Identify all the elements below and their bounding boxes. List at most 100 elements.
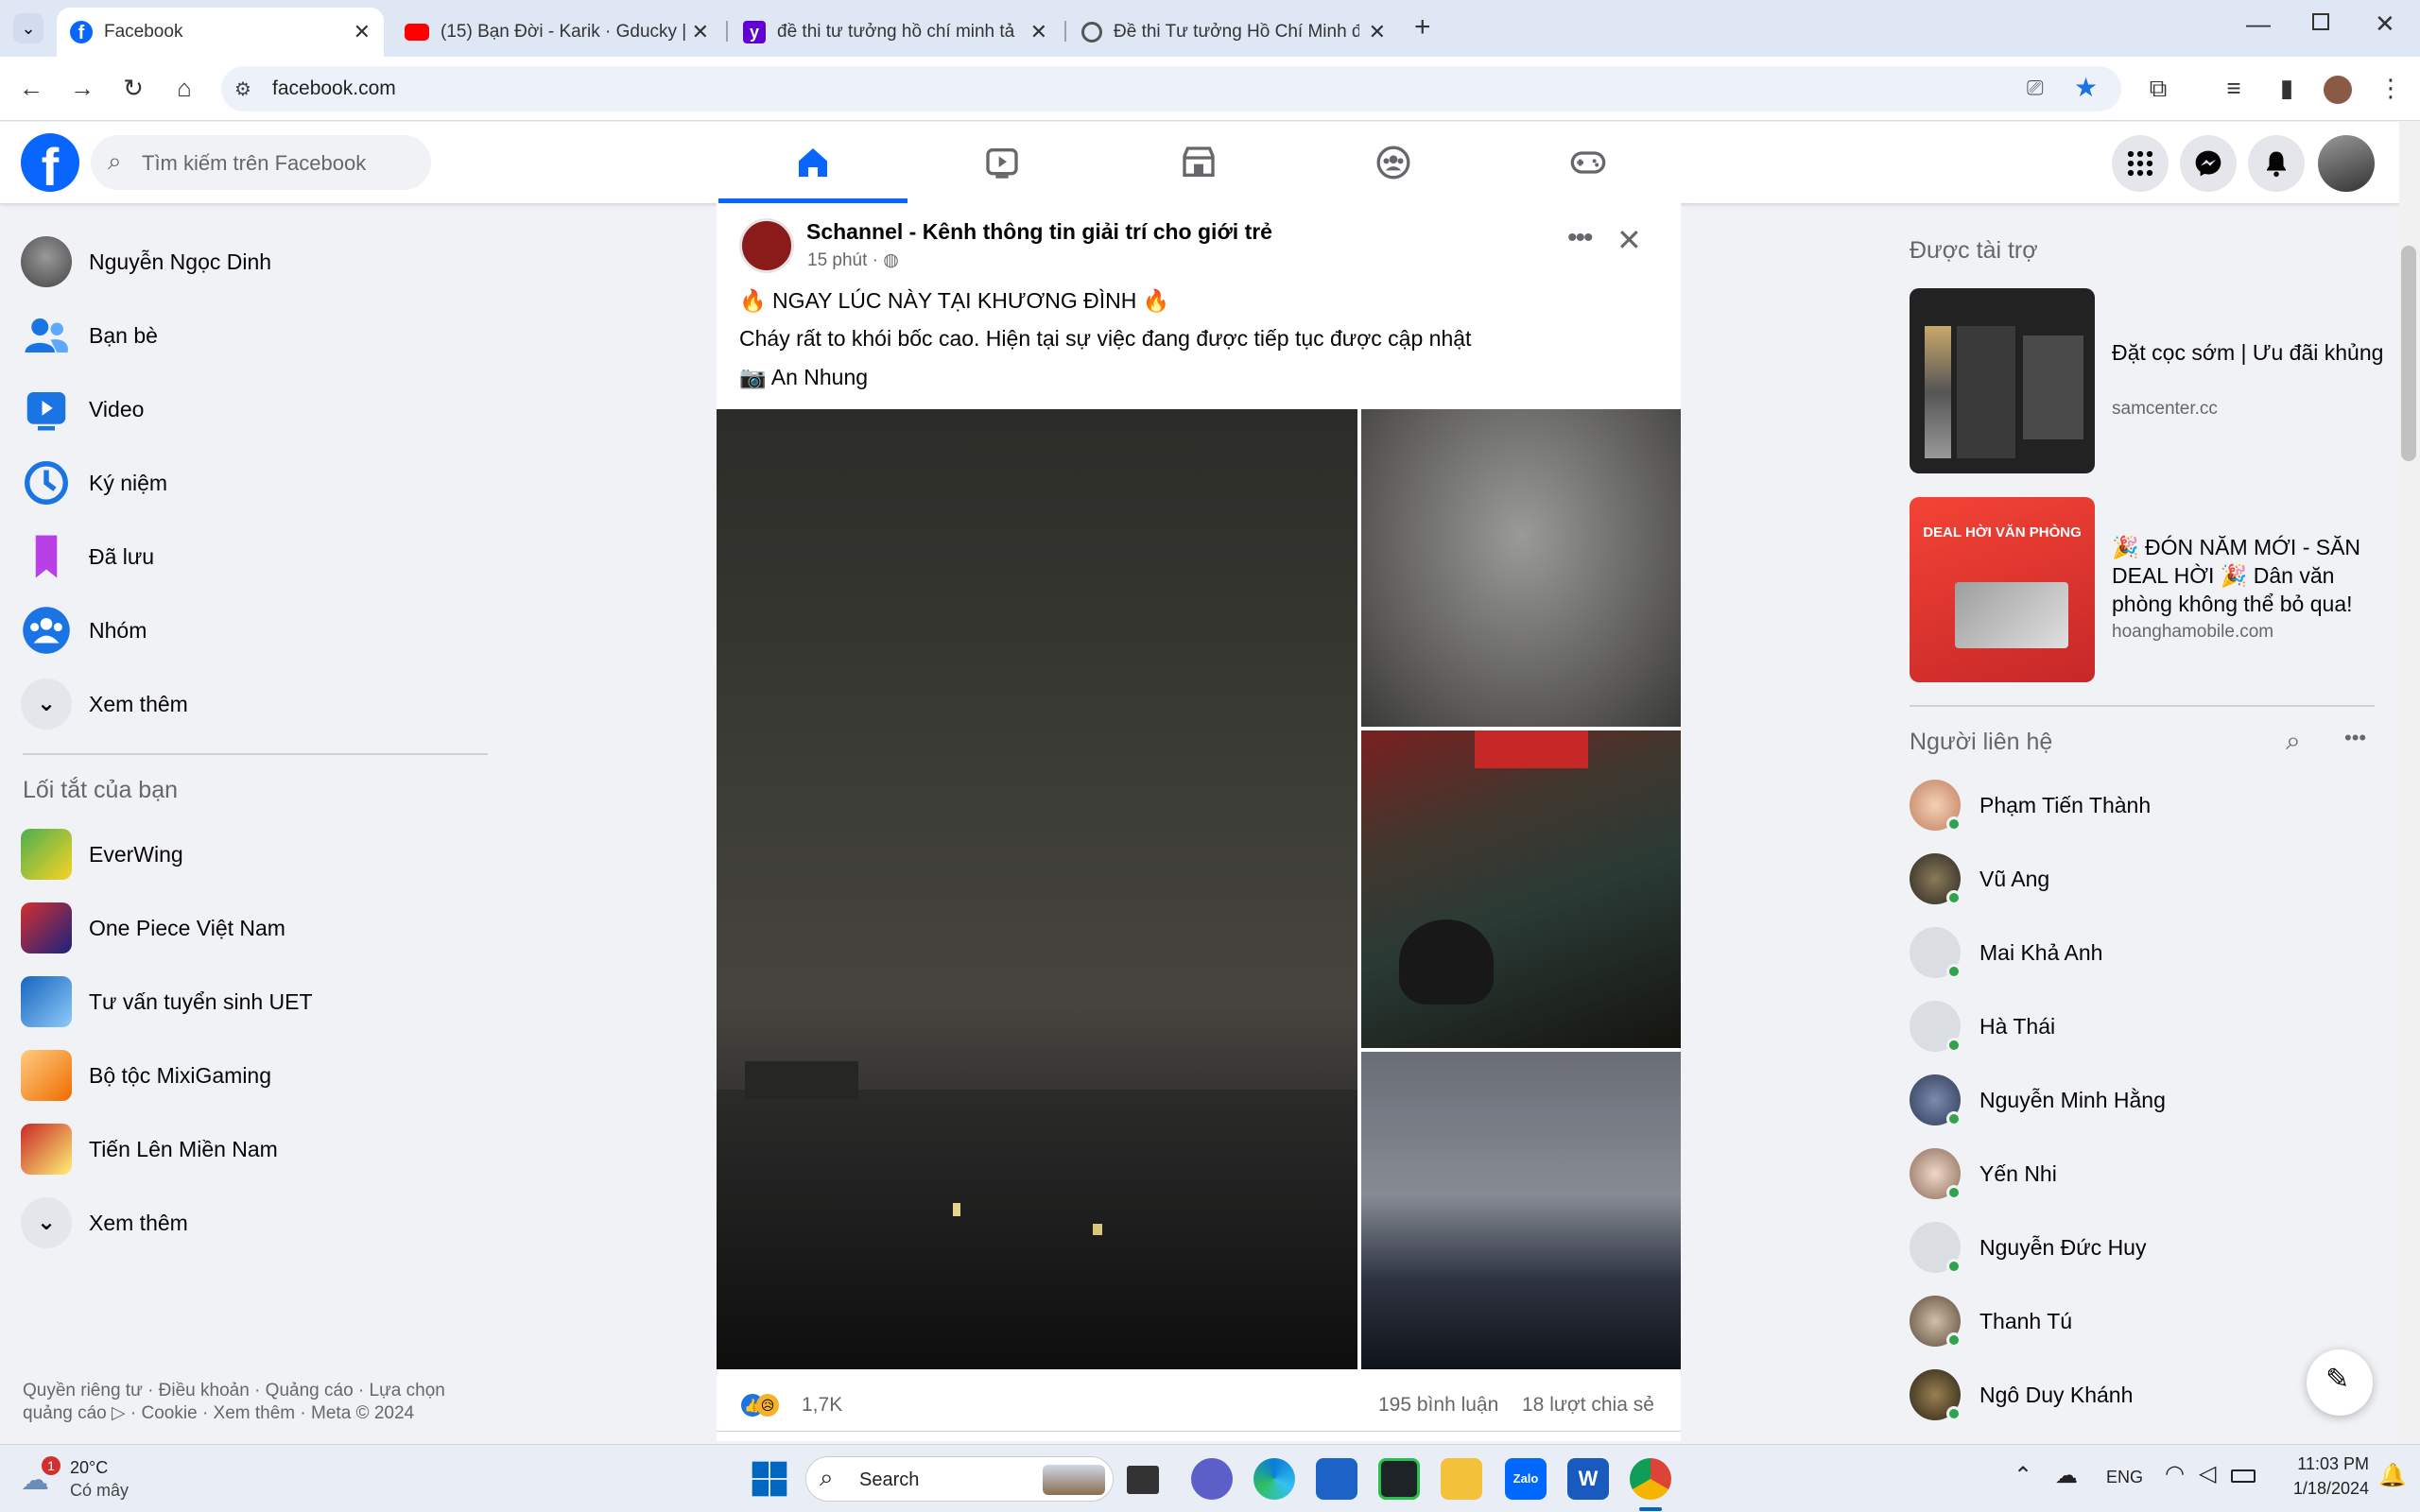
page-name[interactable]: Schannel - Kênh thông tin giải trí cho g…	[806, 219, 1272, 245]
close-icon[interactable]: ✕	[1616, 222, 1642, 258]
messenger-button[interactable]	[2180, 135, 2237, 192]
back-icon[interactable]: ←	[15, 74, 47, 103]
clock-date[interactable]: 1/18/2024	[2276, 1479, 2369, 1499]
post-photo-main[interactable]	[717, 409, 1357, 1369]
clock-time[interactable]: 11:03 PM	[2286, 1454, 2369, 1474]
post-photo-sky[interactable]	[1361, 1052, 1681, 1369]
reload-icon[interactable]: ↻	[117, 74, 149, 103]
contacts-search-icon[interactable]: ⌕	[2286, 726, 2301, 757]
volume-icon[interactable]: ◁	[2199, 1460, 2216, 1487]
restore-button[interactable]	[2312, 13, 2329, 30]
contacts-options-icon[interactable]: •••	[2344, 726, 2366, 750]
onedrive-icon[interactable]: ☁	[2055, 1462, 2078, 1489]
minimize-button[interactable]: —	[2246, 9, 2271, 39]
notifications-icon[interactable]: 🔔	[2378, 1462, 2407, 1489]
sidebar-item-saved[interactable]: Đã lưu	[21, 528, 154, 585]
shortcut-tien-len[interactable]: Tiến Lên Miền Nam	[21, 1121, 278, 1177]
url-text[interactable]: facebook.com	[272, 77, 396, 100]
new-message-button[interactable]: ✎	[2307, 1349, 2373, 1416]
zalo-icon[interactable]: Zalo	[1505, 1458, 1547, 1500]
contact-item[interactable]: Hà Thái	[1910, 998, 2055, 1055]
shortcut-one-piece[interactable]: One Piece Việt Nam	[21, 900, 285, 956]
new-tab-button[interactable]: +	[1414, 11, 1431, 43]
nav-groups-tab[interactable]	[1299, 122, 1488, 203]
reaction-count[interactable]: 1,7K	[802, 1394, 842, 1417]
weather-widget[interactable]: ☁ 1 20°C Có mây	[21, 1456, 172, 1503]
battery-icon[interactable]	[2231, 1469, 2256, 1483]
tab-globe[interactable]: Đề thi Tư tưởng Hồ Chí Minh đ ✕	[1068, 8, 1399, 57]
nav-marketplace-tab[interactable]	[1104, 122, 1293, 203]
nav-gaming-tab[interactable]	[1494, 122, 1683, 203]
contact-item[interactable]: Ngô Duy Khánh	[1910, 1366, 2133, 1423]
shortcut-mixigaming[interactable]: Bộ tộc MixiGaming	[21, 1047, 271, 1104]
ad-title[interactable]: 🎉 ĐÓN NĂM MỚI - SĂN DEAL HỜI 🎉 Dân văn p…	[2112, 533, 2386, 618]
account-avatar[interactable]	[2318, 135, 2375, 192]
ad-image-samsung[interactable]	[1910, 288, 2095, 473]
contact-item[interactable]: Vũ Ang	[1910, 850, 2049, 907]
search-input[interactable]: ⌕ Tìm kiếm trên Facebook	[91, 135, 431, 190]
sidebar-item-video[interactable]: Video	[21, 381, 144, 438]
profile-avatar[interactable]	[2324, 76, 2352, 104]
bookmark-star-icon[interactable]: ★	[2074, 72, 2098, 103]
post-time[interactable]: 15 phút · ◍	[807, 249, 899, 271]
chat-icon[interactable]	[1191, 1458, 1233, 1500]
edge-icon[interactable]	[1253, 1458, 1295, 1500]
side-panel-icon[interactable]: ▮	[2271, 74, 2303, 103]
close-tab-icon[interactable]: ✕	[692, 20, 709, 44]
close-tab-icon[interactable]: ✕	[354, 20, 371, 44]
more-menu-icon[interactable]: ⋮	[2375, 74, 2407, 103]
language-indicator[interactable]: ENG	[2106, 1468, 2143, 1487]
tab-facebook[interactable]: f Facebook ✕	[57, 8, 384, 57]
tab-youtube[interactable]: (15) Bạn Đời - Karik · Gducky | K ✕	[391, 8, 722, 57]
contact-item[interactable]: Nguyễn Đức Huy	[1910, 1219, 2146, 1276]
footer-links[interactable]: Quyền riêng tư · Điều khoản · Quảng cáo …	[23, 1380, 476, 1425]
media-control-icon[interactable]: ≡	[2218, 74, 2250, 103]
nav-home-tab[interactable]	[718, 122, 908, 203]
contact-item[interactable]: Phạm Tiến Thành	[1910, 777, 2151, 833]
sidebar-item-memories[interactable]: Ký niệm	[21, 455, 167, 511]
shortcut-uet[interactable]: Tư vấn tuyển sinh UET	[21, 973, 313, 1030]
wifi-icon[interactable]: ◠	[2165, 1460, 2185, 1487]
post-photo-street[interactable]	[1361, 730, 1681, 1048]
ad-image-hoangha[interactable]: DEAL HỜI VĂN PHÒNG	[1910, 497, 2095, 682]
see-more-button[interactable]: ⌄ Xem thêm	[21, 676, 188, 732]
post-options-icon[interactable]: •••	[1567, 222, 1593, 254]
scrollbar-thumb[interactable]	[2401, 246, 2416, 461]
omnibox[interactable]: ⚙ facebook.com ⎚ ★	[221, 66, 2121, 112]
menu-button[interactable]	[2112, 135, 2169, 192]
site-info-icon[interactable]: ⚙	[234, 77, 251, 101]
nav-video-tab[interactable]	[908, 122, 1097, 203]
post-photo-smoke[interactable]	[1361, 409, 1681, 727]
task-view-icon[interactable]	[1127, 1466, 1159, 1494]
notifications-button[interactable]	[2248, 135, 2305, 192]
tab-yahoo[interactable]: y đề thi tư tưởng hồ chí minh tả ✕	[730, 8, 1061, 57]
chrome-icon[interactable]	[1630, 1458, 1671, 1500]
sidebar-item-friends[interactable]: Bạn bè	[21, 307, 158, 364]
extensions-icon[interactable]: ⧉	[2142, 74, 2174, 104]
comment-count[interactable]: 195 bình luận	[1378, 1394, 1498, 1417]
close-window-button[interactable]: ✕	[2375, 9, 2395, 39]
home-icon[interactable]: ⌂	[168, 74, 200, 103]
shortcut-everwing[interactable]: EverWing	[21, 826, 183, 883]
facebook-logo[interactable]: f	[21, 133, 79, 192]
contact-item[interactable]: Nguyễn Minh Hằng	[1910, 1072, 2166, 1128]
tab-search-dropdown-icon[interactable]: ⌄	[13, 13, 43, 43]
store-icon[interactable]	[1316, 1458, 1357, 1500]
shortcuts-see-more-button[interactable]: ⌄ Xem thêm	[21, 1194, 188, 1251]
page-avatar[interactable]	[739, 218, 794, 273]
file-explorer-icon[interactable]	[1441, 1458, 1482, 1500]
app-green-icon[interactable]	[1378, 1458, 1420, 1500]
install-app-icon[interactable]: ⎚	[2027, 76, 2044, 100]
close-tab-icon[interactable]: ✕	[1030, 20, 1047, 44]
forward-icon[interactable]: →	[66, 74, 98, 103]
chevron-up-icon[interactable]: ⌃	[2014, 1462, 2032, 1489]
windows-start-icon[interactable]	[749, 1458, 790, 1500]
sidebar-item-groups[interactable]: Nhóm	[21, 602, 147, 659]
contact-item[interactable]: Thanh Tú	[1910, 1293, 2072, 1349]
share-count[interactable]: 18 lượt chia sẻ	[1522, 1394, 1654, 1417]
contact-item[interactable]: Yến Nhi	[1910, 1145, 2057, 1202]
sidebar-item-profile[interactable]: Nguyễn Ngọc Dinh	[21, 233, 271, 290]
word-icon[interactable]: W	[1567, 1458, 1609, 1500]
close-tab-icon[interactable]: ✕	[1369, 20, 1386, 44]
taskbar-search[interactable]: ⌕ Search	[805, 1456, 1114, 1502]
